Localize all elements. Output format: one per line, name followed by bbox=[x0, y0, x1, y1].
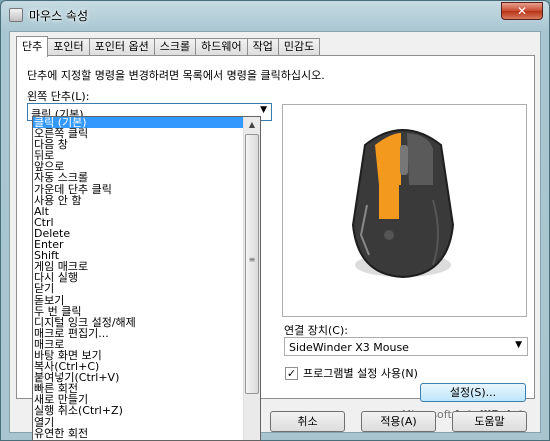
dropdown-option[interactable]: 매크로 편집기... bbox=[33, 328, 260, 339]
dropdown-items: 클릭 (기본) 오른쪽 클릭 다음 창 뒤로 앞으로 자동 스크롤 가운데 단추 클릭 사용 … bbox=[33, 117, 260, 439]
tab-sensitivity[interactable]: 민감도 bbox=[277, 38, 321, 56]
cancel-button[interactable]: 취소 bbox=[270, 411, 345, 432]
dropdown-option[interactable]: Alt bbox=[33, 206, 260, 217]
device-combobox[interactable]: SideWinder X3 Mouse ▼ bbox=[284, 337, 528, 356]
tab-tasks[interactable]: 작업 bbox=[246, 38, 279, 56]
tab-buttons[interactable]: 단추 bbox=[16, 36, 49, 57]
instruction-text: 단추에 지정할 명령을 변경하려면 목록에서 명령을 클릭하십시오. bbox=[27, 69, 325, 82]
scroll-wheel[interactable] bbox=[400, 145, 408, 175]
dropdown-option[interactable]: 뒤로 bbox=[33, 150, 260, 161]
dropdown-option[interactable]: 사용 안 함 bbox=[33, 195, 260, 206]
settings-button[interactable]: 설정(S)... bbox=[420, 383, 526, 402]
grip-icon: ≡ bbox=[248, 255, 256, 264]
device-value: SideWinder X3 Mouse bbox=[289, 341, 409, 354]
dropdown-option[interactable]: 다시 실행 bbox=[33, 272, 260, 283]
mouse-image-frame bbox=[282, 104, 527, 317]
dropdown-option[interactable]: Delete bbox=[33, 228, 260, 239]
scroll-up-icon[interactable]: ▲ bbox=[244, 117, 260, 133]
close-button[interactable]: ✕ bbox=[501, 2, 543, 20]
tab-strip: 단추 포인터 포인터 옵션 스크롤 하드웨어 작업 민감도 bbox=[16, 36, 321, 57]
help-button[interactable]: 도움말 bbox=[452, 411, 527, 432]
dropdown-option[interactable]: 돋보기 bbox=[33, 294, 260, 306]
program-settings-row[interactable]: ✓ 프로그램별 설정 사용(N) bbox=[285, 365, 418, 381]
dropdown-arrow-icon[interactable]: ▼ bbox=[260, 105, 267, 115]
mouse-app-icon bbox=[9, 8, 23, 22]
tab-hardware[interactable]: 하드웨어 bbox=[195, 38, 248, 56]
dropdown-option[interactable]: Enter bbox=[33, 239, 260, 250]
scroll-thumb[interactable]: ≡ bbox=[245, 134, 259, 394]
left-button-dropdown-list[interactable]: 클릭 (기본) 오른쪽 클릭 다음 창 뒤로 앞으로 자동 스크롤 가운데 단추 클릭 사용 … bbox=[32, 116, 261, 441]
chevron-down-icon[interactable]: ▼ bbox=[515, 340, 522, 350]
dropdown-scrollbar[interactable]: ▲ ≡ bbox=[243, 117, 260, 440]
apply-button[interactable]: 적용(A) bbox=[361, 411, 436, 432]
program-settings-label[interactable]: 프로그램별 설정 사용(N) bbox=[303, 365, 418, 381]
side-panel-highlight bbox=[379, 185, 399, 219]
left-button-label: 왼쪽 단추(L): bbox=[27, 90, 90, 103]
dropdown-option[interactable]: 열기 bbox=[33, 416, 260, 428]
dropdown-option[interactable]: 실행 취소(Ctrl+Z) bbox=[33, 405, 260, 416]
dropdown-option[interactable]: 닫기 bbox=[33, 283, 260, 294]
tab-scroll[interactable]: 스크롤 bbox=[153, 38, 197, 56]
tab-pointer-options[interactable]: 포인터 옵션 bbox=[88, 38, 155, 56]
title-bar[interactable]: 마우스 속성 ✕ bbox=[1, 1, 549, 29]
dropdown-option[interactable]: 유연한 회전 bbox=[33, 428, 260, 439]
device-label: 연결 장치(C): bbox=[284, 324, 348, 337]
dropdown-option[interactable]: 자동 스크롤 bbox=[33, 172, 260, 183]
tab-pointer[interactable]: 포인터 bbox=[47, 38, 90, 56]
window-title: 마우스 속성 bbox=[29, 9, 89, 23]
dropdown-option[interactable]: 다음 창 bbox=[33, 139, 260, 150]
dropdown-option[interactable]: 가운데 단추 클릭 bbox=[33, 184, 260, 195]
program-settings-checkbox[interactable]: ✓ bbox=[285, 366, 298, 380]
mouse-illustration bbox=[351, 129, 455, 279]
